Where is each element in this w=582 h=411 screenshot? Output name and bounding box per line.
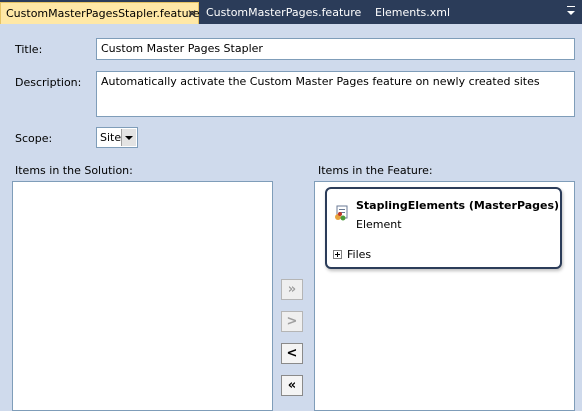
document-tab-strip: CustomMasterPagesStapler.feature ✕ Custo… xyxy=(0,0,582,24)
feature-items-label: Items in the Feature: xyxy=(318,164,433,177)
description-label: Description: xyxy=(15,76,82,89)
tab-elements-xml[interactable]: Elements.xml xyxy=(375,2,450,24)
expand-plus-icon[interactable] xyxy=(333,250,342,259)
remove-button[interactable]: < xyxy=(281,343,303,364)
tab-label: Elements.xml xyxy=(375,6,451,19)
scope-value: Site xyxy=(100,131,122,144)
tab-label: CustomMasterPages.feature xyxy=(206,6,362,19)
title-label: Title: xyxy=(15,43,43,56)
tab-custommasterpages-feature[interactable]: CustomMasterPages.feature xyxy=(206,2,361,24)
solution-items-label: Items in the Solution: xyxy=(15,164,133,177)
remove-all-button[interactable]: « xyxy=(281,375,303,396)
feature-element-icon xyxy=(334,204,352,222)
add-all-button[interactable]: » xyxy=(281,279,303,300)
solution-items-list[interactable] xyxy=(12,181,273,411)
add-button[interactable]: > xyxy=(281,311,303,332)
scope-select[interactable]: Site xyxy=(96,127,138,148)
chevron-down-icon[interactable] xyxy=(121,129,136,146)
feature-item-card[interactable]: StaplingElements (MasterPages) Element F… xyxy=(325,187,562,269)
tab-custommasterpagesstapler-feature[interactable]: CustomMasterPagesStapler.feature ✕ xyxy=(0,2,200,25)
tab-label: CustomMasterPagesStapler.feature xyxy=(6,7,200,20)
title-input[interactable]: Custom Master Pages Stapler xyxy=(96,38,575,60)
feature-item-title: StaplingElements (MasterPages) xyxy=(356,199,560,212)
dropdown-icon[interactable] xyxy=(564,3,578,19)
feature-item-type: Element xyxy=(356,218,402,231)
scope-label: Scope: xyxy=(15,132,53,145)
feature-item-files-label: Files xyxy=(347,248,372,261)
close-tab-icon[interactable]: ✕ xyxy=(187,3,197,25)
description-input[interactable]: Automatically activate the Custom Master… xyxy=(96,71,575,117)
